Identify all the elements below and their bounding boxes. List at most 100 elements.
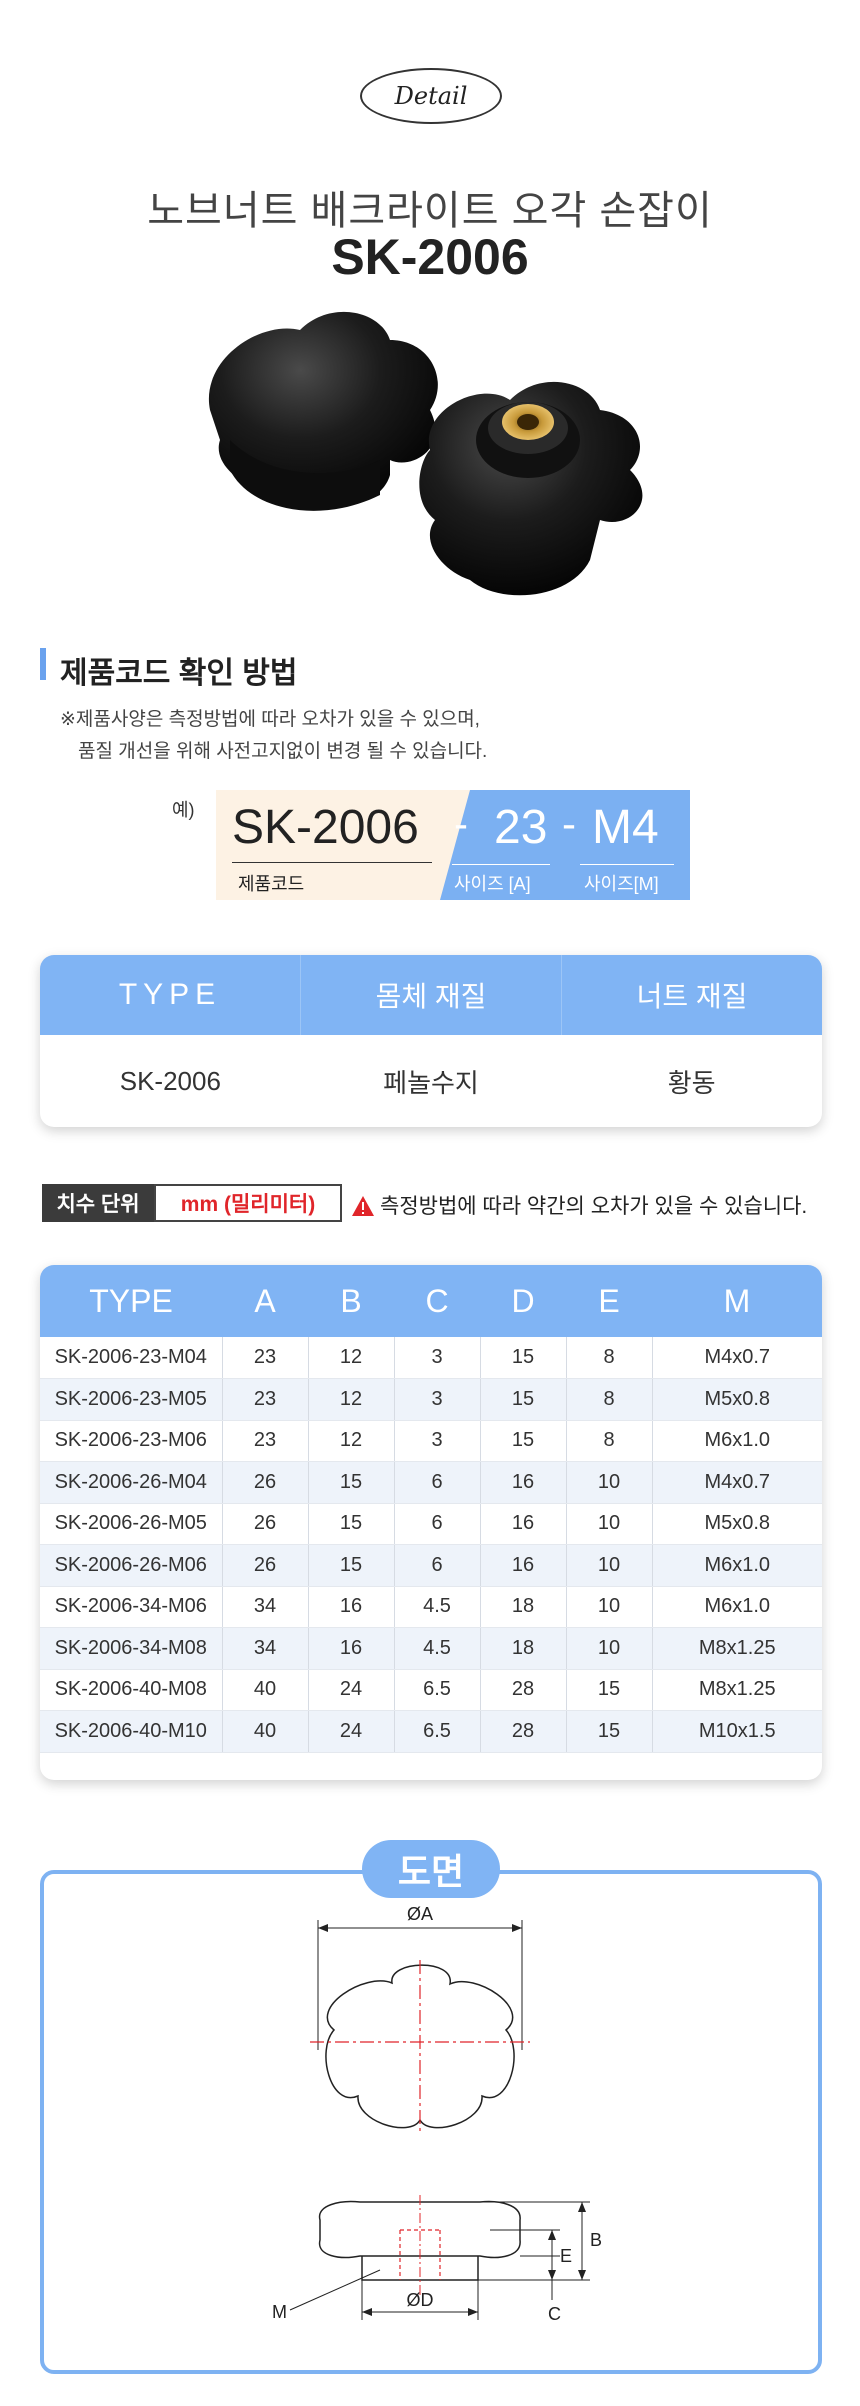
example-code: SK-2006 — [232, 801, 419, 854]
material-table: TYPE 몸체 재질 너트 재질 SK-2006 페놀수지 황동 — [40, 955, 822, 1127]
cell-e: 15 — [565, 1669, 652, 1711]
cell-type: SK-2006-23-M06 — [40, 1420, 222, 1462]
cell-m: M8x1.25 — [651, 1669, 822, 1711]
cell-b: 15 — [307, 1461, 394, 1504]
cell-a: 34 — [221, 1627, 308, 1670]
example-label: 예) — [172, 800, 195, 820]
cell-d: 15 — [479, 1337, 566, 1379]
table-row: SK-2006-34-M06 34 16 4.5 18 10 M6x1.0 — [40, 1586, 822, 1628]
header-type: TYPE — [118, 978, 222, 1011]
cell-m: M6x1.0 — [651, 1544, 822, 1587]
cell-b: 12 — [307, 1378, 394, 1421]
cell-m: M6x1.0 — [651, 1420, 822, 1462]
cell-type: SK-2006-26-M06 — [40, 1544, 222, 1587]
cell-c: 6 — [393, 1503, 480, 1545]
size-m-underline — [580, 864, 674, 865]
table-row: SK-2006-40-M10 40 24 6.5 28 15 M10x1.5 — [40, 1710, 822, 1753]
cell-a: 23 — [221, 1337, 308, 1379]
size-table: TYPE A B C D E M SK-2006-23-M04 23 12 3 … — [40, 1265, 822, 1780]
example-size-a: 23 — [494, 801, 548, 854]
cell-d: 15 — [479, 1378, 566, 1421]
size-m-label: 사이즈[M] — [584, 874, 659, 894]
cell-a: 40 — [221, 1669, 308, 1711]
unit-value: mm (밀리미터) — [154, 1184, 342, 1222]
cell-m: M5x0.8 — [651, 1503, 822, 1545]
cell-body-material: 페놀수지 — [383, 1067, 479, 1098]
section-accent-bar — [40, 648, 46, 680]
table-row: SK-2006-26-M05 26 15 6 16 10 M5x0.8 — [40, 1503, 822, 1545]
cell-m: M10x1.5 — [651, 1710, 822, 1753]
cell-e: 10 — [565, 1586, 652, 1628]
cell-d: 28 — [479, 1669, 566, 1711]
unit-label: 치수 단위 — [42, 1184, 154, 1222]
example-code-label: 제품코드 — [238, 874, 305, 894]
cell-b: 16 — [307, 1586, 394, 1628]
cell-a: 23 — [221, 1378, 308, 1421]
drawing-title: 도면 — [362, 1840, 500, 1898]
cell-c: 6 — [393, 1461, 480, 1504]
cell-type: SK-2006 — [119, 1065, 221, 1096]
cell-b: 16 — [307, 1627, 394, 1670]
cell-b: 12 — [307, 1420, 394, 1462]
cell-a: 26 — [221, 1461, 308, 1504]
header-nut-material: 너트 재질 — [561, 955, 822, 1035]
dim-c-label: C — [548, 2304, 561, 2324]
cell-d: 16 — [479, 1461, 566, 1504]
cell-e: 10 — [565, 1544, 652, 1587]
header-b: B — [308, 1265, 394, 1337]
material-table-row: SK-2006 페놀수지 황동 — [40, 1035, 822, 1127]
cell-d: 28 — [479, 1710, 566, 1753]
table-row: SK-2006-23-M04 23 12 3 15 8 M4x0.7 — [40, 1337, 822, 1379]
cell-type: SK-2006-34-M08 — [40, 1627, 222, 1670]
cell-a: 23 — [221, 1420, 308, 1462]
cell-type: SK-2006-26-M05 — [40, 1503, 222, 1545]
size-a-underline — [452, 864, 550, 865]
example-size-m: M4 — [592, 801, 659, 854]
notice-line-1: ※제품사양은 측정방법에 따라 오차가 있을 수 있으며, — [60, 709, 480, 730]
cell-a: 26 — [221, 1544, 308, 1587]
header-type: TYPE — [40, 1265, 222, 1337]
cell-b: 15 — [307, 1503, 394, 1545]
cell-e: 8 — [565, 1337, 652, 1379]
header-e: E — [566, 1265, 652, 1337]
dim-e-label: E — [560, 2246, 572, 2266]
cell-d: 15 — [479, 1420, 566, 1462]
cell-e: 10 — [565, 1503, 652, 1545]
cell-e: 8 — [565, 1420, 652, 1462]
table-row: SK-2006-34-M08 34 16 4.5 18 10 M8x1.25 — [40, 1627, 822, 1670]
material-table-header: TYPE 몸체 재질 너트 재질 — [40, 955, 822, 1035]
example-code-underline — [232, 862, 432, 863]
header-m: M — [652, 1265, 822, 1337]
cell-type: SK-2006-40-M08 — [40, 1669, 222, 1711]
cell-a: 26 — [221, 1503, 308, 1545]
cell-c: 6 — [393, 1544, 480, 1587]
example-dash-1: - — [454, 800, 468, 847]
cell-c: 3 — [393, 1420, 480, 1462]
cell-nut-material: 황동 — [667, 1067, 716, 1098]
knob-right — [419, 381, 643, 596]
warning-text: 측정방법에 따라 약간의 오차가 있을 수 있습니다. — [380, 1195, 808, 1218]
cell-m: M5x0.8 — [651, 1378, 822, 1421]
product-photo — [208, 311, 643, 596]
detail-badge: Detail — [360, 68, 502, 124]
dim-m-label: M — [272, 2302, 287, 2322]
cell-b: 12 — [307, 1337, 394, 1379]
cell-c: 4.5 — [393, 1627, 480, 1670]
cell-type: SK-2006-40-M10 — [40, 1710, 222, 1753]
cell-a: 40 — [221, 1710, 308, 1753]
cell-d: 18 — [479, 1586, 566, 1628]
table-row: SK-2006-40-M08 40 24 6.5 28 15 M8x1.25 — [40, 1669, 822, 1711]
cell-type: SK-2006-34-M06 — [40, 1586, 222, 1628]
header-c: C — [394, 1265, 480, 1337]
cell-m: M8x1.25 — [651, 1627, 822, 1670]
cell-type: SK-2006-23-M04 — [40, 1337, 222, 1379]
table-row: SK-2006-26-M06 26 15 6 16 10 M6x1.0 — [40, 1544, 822, 1587]
product-code-title: SK-2006 — [331, 229, 529, 285]
top-view — [310, 1920, 530, 2135]
table-row: SK-2006-26-M04 26 15 6 16 10 M4x0.7 — [40, 1461, 822, 1504]
technical-drawing: ØA B E C ØD M — [272, 1904, 602, 2324]
dim-a-label: ØA — [407, 1904, 433, 1924]
cell-d: 16 — [479, 1544, 566, 1587]
cell-b: 24 — [307, 1669, 394, 1711]
cell-type: SK-2006-23-M05 — [40, 1378, 222, 1421]
